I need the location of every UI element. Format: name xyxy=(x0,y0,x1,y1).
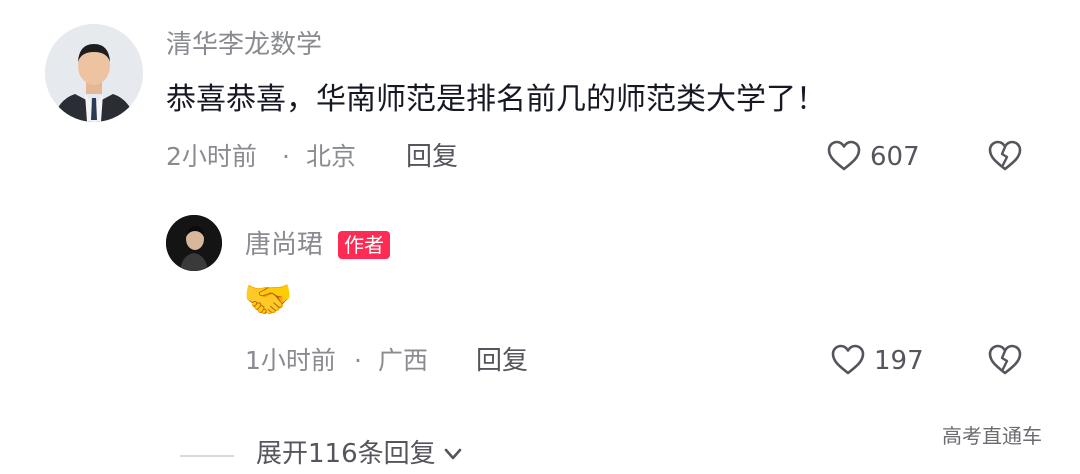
avatar[interactable] xyxy=(45,24,143,122)
broken-heart-icon[interactable] xyxy=(987,342,1023,378)
expand-label: 展开116条回复 xyxy=(256,439,436,469)
comment-location: 北京 xyxy=(306,142,357,171)
reply-time: 1小时前 xyxy=(245,346,336,375)
expand-replies-button[interactable]: 展开116条回复 xyxy=(256,439,464,469)
meta-separator: · xyxy=(354,346,362,375)
reply-reply-button[interactable]: 回复 xyxy=(476,346,528,376)
reply-avatar[interactable] xyxy=(166,215,222,271)
reply-button[interactable]: 回复 xyxy=(406,142,458,172)
watermark: 高考直通车 xyxy=(942,424,1042,448)
author-badge: 作者 xyxy=(338,231,390,259)
divider-line xyxy=(180,455,234,457)
like-count: 607 xyxy=(870,142,920,172)
meta-separator: · xyxy=(282,142,290,171)
comment-time: 2小时前 xyxy=(166,142,257,171)
heart-icon[interactable] xyxy=(830,342,866,378)
comment-username[interactable]: 清华李龙数学 xyxy=(166,30,322,60)
heart-icon[interactable] xyxy=(826,138,862,174)
handshake-emoji: 🤝 xyxy=(243,277,293,323)
broken-heart-icon[interactable] xyxy=(987,138,1023,174)
reply-location: 广西 xyxy=(378,346,429,375)
comment-text: 恭喜恭喜，华南师范是排名前几的师范类大学了！ xyxy=(166,82,826,117)
chevron-down-icon xyxy=(442,443,464,465)
like-count: 197 xyxy=(874,346,924,376)
reply-username[interactable]: 唐尚珺 xyxy=(245,230,323,260)
